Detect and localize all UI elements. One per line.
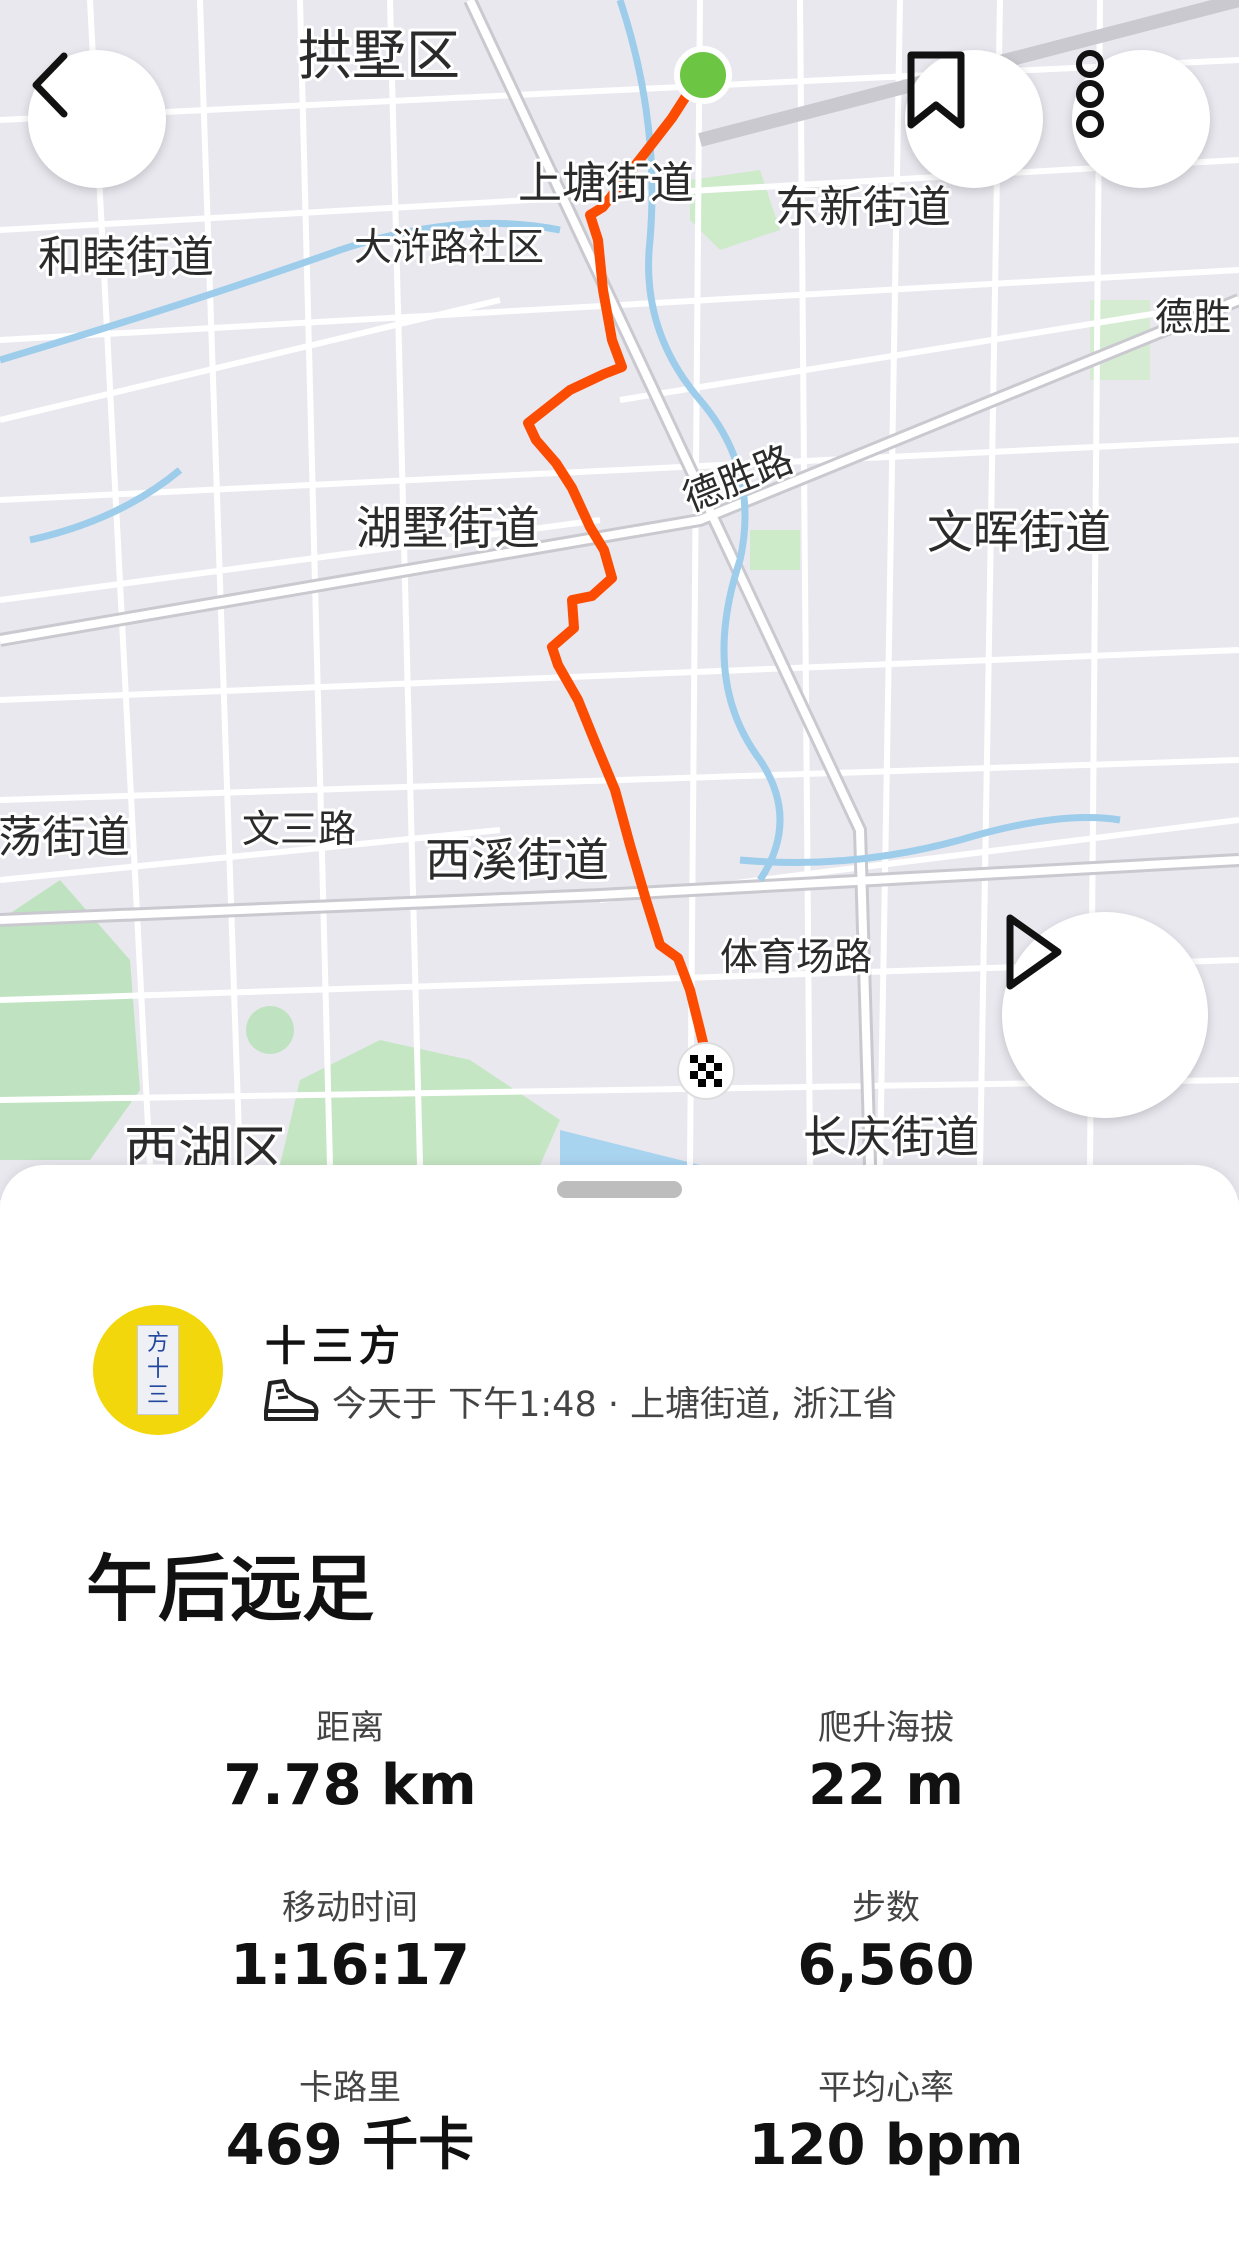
start-marker bbox=[674, 46, 732, 104]
stat-label: 爬升海拔 bbox=[818, 1708, 954, 1748]
finish-marker bbox=[677, 1042, 735, 1100]
map-label-shangtang: 上塘街道 bbox=[518, 158, 694, 209]
stat-moving-time: 移动时间 1:16:17 bbox=[140, 1885, 560, 2001]
sheet-drag-handle[interactable] bbox=[557, 1181, 682, 1198]
activity-meta: 今天于 下午1:48 · 上塘街道, 浙江省 bbox=[262, 1376, 897, 1426]
stat-distance: 距离 7.78 km bbox=[140, 1705, 560, 1821]
stat-calories: 卡路里 469 千卡 bbox=[140, 2065, 560, 2181]
activity-sheet: 方 十 三 十三方 今天于 下午1:48 · 上塘街道, 浙江省 午后远足 距离… bbox=[0, 1165, 1239, 2259]
stat-value: 6,560 bbox=[797, 1933, 975, 1998]
activity-title: 午后远足 bbox=[86, 1547, 375, 1631]
map-label-hushu: 湖墅街道 bbox=[356, 501, 540, 555]
stat-label: 移动时间 bbox=[282, 1888, 418, 1928]
map-label-gongshu: 拱墅区 bbox=[298, 24, 460, 87]
activity-date-location: 今天于 下午1:48 · 上塘街道, 浙江省 bbox=[332, 1384, 898, 1425]
map-label-wensanlu: 文三路 bbox=[242, 807, 356, 851]
route-line bbox=[523, 69, 711, 1060]
stat-label: 距离 bbox=[316, 1708, 384, 1748]
more-options-button[interactable] bbox=[1072, 50, 1210, 188]
bookmark-icon bbox=[907, 51, 965, 129]
map-label-wenhui: 文晖街道 bbox=[927, 505, 1111, 559]
map-label-desheng-edge: 德胜 bbox=[1155, 295, 1231, 339]
map-label-changqing: 长庆街道 bbox=[803, 1112, 979, 1163]
stat-value: 1:16:17 bbox=[230, 1933, 470, 1998]
avatar-image: 方 十 三 bbox=[137, 1325, 179, 1415]
map-label-daxulu: 大浒路社区 bbox=[354, 225, 544, 269]
stat-label: 平均心率 bbox=[818, 2068, 954, 2108]
map-label-hemu: 和睦街道 bbox=[38, 232, 214, 283]
stat-value: 120 bpm bbox=[748, 2113, 1024, 2178]
map-label-xixi: 西溪街道 bbox=[425, 833, 609, 887]
stat-value: 7.78 km bbox=[223, 1753, 477, 1818]
stat-label: 卡路里 bbox=[299, 2068, 401, 2108]
athlete-name[interactable]: 十三方 bbox=[265, 1312, 406, 1372]
bookmark-button[interactable] bbox=[905, 50, 1043, 188]
stat-steps: 步数 6,560 bbox=[676, 1885, 1096, 2001]
activity-map[interactable]: 拱墅区 上塘街道 东新街道 和睦街道 大浒路社区 德胜 德胜路 湖墅街道 文晖街… bbox=[0, 0, 1239, 1200]
stat-elevation: 爬升海拔 22 m bbox=[676, 1705, 1096, 1821]
map-label-dongxin: 东新街道 bbox=[775, 182, 951, 233]
hiking-shoe-icon bbox=[264, 1379, 319, 1421]
more-vertical-icon bbox=[1076, 50, 1104, 138]
map-label-tiyuchanglu: 体育场路 bbox=[720, 935, 872, 979]
stat-value: 22 m bbox=[808, 1753, 964, 1818]
map-label-dang: 荡街道 bbox=[0, 812, 130, 863]
avatar[interactable]: 方 十 三 bbox=[93, 1305, 223, 1435]
chevron-left-icon bbox=[32, 52, 68, 118]
play-icon bbox=[1006, 914, 1062, 990]
play-flyover-button[interactable] bbox=[1002, 912, 1208, 1118]
stat-value: 469 千卡 bbox=[225, 2113, 475, 2178]
stat-avg-heart-rate: 平均心率 120 bpm bbox=[676, 2065, 1096, 2181]
stat-label: 步数 bbox=[852, 1888, 920, 1928]
back-button[interactable] bbox=[28, 50, 166, 188]
